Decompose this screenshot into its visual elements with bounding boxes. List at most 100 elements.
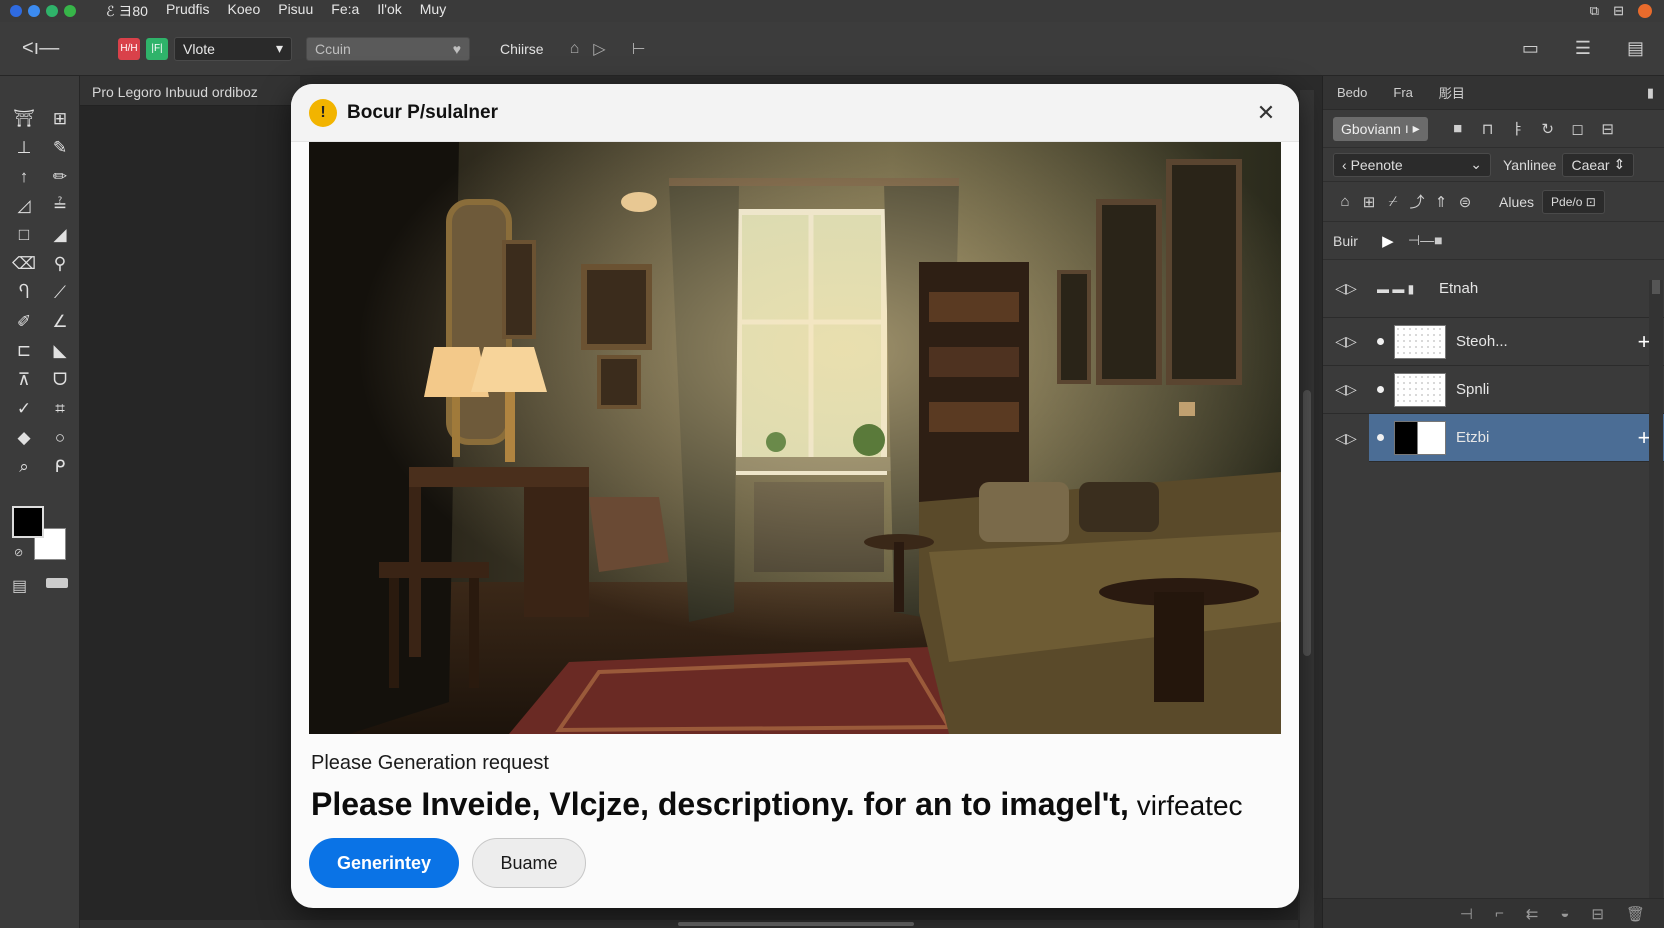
foreground-color-swatch[interactable] (12, 506, 44, 538)
color-select[interactable]: Ccuin ♥ (306, 36, 470, 61)
visibility-eye-icon[interactable]: ◁▷ (1323, 280, 1369, 297)
ellipse-tool-icon[interactable]: ○ (42, 425, 78, 450)
menu-item-3[interactable]: Pisuu (278, 1, 313, 21)
marquee-tool-icon[interactable]: ⊏ (6, 338, 42, 363)
filter-icon[interactable]: ⊜ (1453, 190, 1477, 214)
eraser-tool-icon[interactable]: ⌫ (6, 251, 42, 276)
blend-pill[interactable]: Gboviann ı ▸ (1333, 116, 1428, 141)
panel-icon[interactable]: ▤ (1627, 38, 1644, 59)
rectangle-tool-icon[interactable]: □ (6, 222, 42, 247)
square-icon[interactable]: ■ (1446, 117, 1470, 141)
heal-tool-icon[interactable]: ✐ (6, 309, 42, 334)
visibility-eye-icon[interactable]: ◁▷ (1323, 333, 1369, 350)
dropper-tool-icon[interactable]: ⚲ (42, 251, 78, 276)
menu-item-4[interactable]: Fe:a (331, 1, 359, 21)
green-badge-icon[interactable]: |F| (146, 37, 168, 60)
link-layers-icon[interactable]: ⊣ (1460, 905, 1473, 923)
lock-icon[interactable]: ⊓ (1476, 117, 1500, 141)
reset-colors-icon[interactable]: ⊘ (14, 546, 23, 559)
fill-tool-icon[interactable]: ◢ (42, 222, 78, 247)
visibility-eye-icon[interactable]: ◁▷ (1323, 381, 1369, 398)
document-tab[interactable]: Pro Legoro Inbuud ordiboz (80, 76, 300, 106)
menu-item-6[interactable]: Muy (420, 1, 446, 21)
quick-mask-icon[interactable]: ▤ (12, 576, 27, 596)
fx-icon[interactable]: ⌐ (1495, 905, 1504, 922)
pencil-tool-icon[interactable]: ✏ (42, 164, 78, 189)
options-label[interactable]: Chiirse (500, 41, 544, 57)
move-tool-icon[interactable]: ⛩ (6, 106, 42, 131)
close-button[interactable]: ✕ (1251, 98, 1281, 128)
delete-icon[interactable]: 🗑 (1626, 905, 1645, 923)
white-square-icon[interactable]: ◻ (1566, 117, 1590, 141)
layers-scrollbar[interactable] (1649, 280, 1663, 900)
horizontal-scroll-thumb[interactable] (678, 922, 914, 926)
angle-tool-icon[interactable]: ∠ (42, 309, 78, 334)
grid-icon[interactable]: ⊞ (1357, 190, 1381, 214)
menu-item-5[interactable]: Il'ok (377, 1, 401, 21)
row3-select[interactable]: Pde/o ⊡ (1542, 189, 1605, 214)
list-icon[interactable]: ☰ (1575, 38, 1591, 59)
pin-icon[interactable]: ⌂ (570, 40, 580, 58)
zoom-window-button[interactable] (46, 5, 58, 17)
layer-row[interactable]: ◁▷ Steoh... + (1323, 318, 1664, 366)
flag-icon[interactable]: ⊢ (632, 39, 646, 59)
path-tool-icon[interactable]: ᗜ (42, 367, 78, 392)
minimize-window-button[interactable] (28, 5, 40, 17)
panel-tab-1[interactable]: Bedo (1337, 85, 1367, 100)
text-tool-icon[interactable]: Ⴄ (6, 280, 42, 305)
stamp-tool-icon[interactable]: ⊥ (6, 135, 42, 160)
screen-mode-icon[interactable] (46, 578, 68, 588)
menu-item-2[interactable]: Koeo (228, 1, 261, 21)
window-icon[interactable]: ⧉ (1590, 3, 1599, 19)
close-window-button[interactable] (10, 5, 22, 17)
crop-tool-icon[interactable]: ⌗ (42, 396, 78, 421)
menu-item-1[interactable]: Prudfis (166, 1, 210, 21)
record-icon[interactable] (1638, 4, 1652, 18)
arrow-up-icon[interactable]: ⇑ (1429, 190, 1453, 214)
vertical-scroll-thumb[interactable] (1303, 390, 1311, 656)
layer-row[interactable]: ◁▷ ▬ ▬ ▮ Etnah (1323, 260, 1664, 318)
new-layer-icon[interactable]: ⊟ (1591, 905, 1604, 923)
red-badge-icon[interactable]: H/H (118, 37, 140, 60)
mode-select[interactable]: Vlote ▾ (174, 36, 292, 61)
preset-select[interactable]: ‹ Peenote ⌄ (1333, 152, 1491, 177)
generate-button[interactable]: Generintey (309, 838, 459, 888)
menu-app[interactable]: ℰ ヨ80 (106, 1, 148, 21)
artboard-tool-icon[interactable]: ⊞ (42, 106, 78, 131)
align-tool-icon[interactable]: ⊼ (6, 367, 42, 392)
mask-icon[interactable]: ⇇ (1526, 905, 1539, 923)
layer-row[interactable]: ◁▷ Spnli (1323, 366, 1664, 414)
row2-select[interactable]: Caear ⇕ (1562, 152, 1635, 177)
secondary-button[interactable]: Buame (472, 838, 586, 888)
knife-tool-icon[interactable]: ⟋ (42, 280, 78, 305)
vertical-scrollbar[interactable] (1300, 90, 1314, 928)
play-icon[interactable]: ▶ (1376, 229, 1400, 253)
layout-icon[interactable]: ⊟ (1613, 3, 1624, 19)
adjustment-icon[interactable]: ◒ (1560, 905, 1569, 922)
check-tool-icon[interactable]: ✓ (6, 396, 42, 421)
curve-icon[interactable]: ⤴ (1405, 190, 1429, 214)
pointer-tool-icon[interactable]: ↑ (6, 164, 42, 189)
step-icon[interactable]: ⊣—■ (1408, 232, 1443, 249)
brush-tool-icon[interactable]: ✎ (42, 135, 78, 160)
layer-row-selected[interactable]: ◁▷ Etzbi + (1323, 413, 1664, 462)
play-outline-icon[interactable]: ▷ (593, 39, 605, 59)
bucket-tool-icon[interactable]: ◆ (6, 425, 42, 450)
text-icon[interactable]: ⌂ (1333, 190, 1357, 214)
visibility-eye-icon[interactable]: ◁▷ (1323, 413, 1369, 462)
layers-scroll-thumb[interactable] (1652, 280, 1660, 294)
prompt-text[interactable]: Please Inveide, Vlcjze, descriptiony. fo… (311, 786, 1271, 823)
frame-icon[interactable]: ▭ (1522, 38, 1539, 59)
smudge-tool-icon[interactable]: ≟ (42, 193, 78, 218)
minus-icon[interactable]: ⊟ (1596, 117, 1620, 141)
link-icon[interactable]: ㅑ (1506, 117, 1530, 141)
brush-icon[interactable]: ⌿ (1381, 190, 1405, 214)
lasso-tool-icon[interactable]: ◿ (6, 193, 42, 218)
zoom-tool-icon[interactable]: ⌕ (6, 454, 42, 479)
panel-tab-3[interactable]: 彫目 (1439, 83, 1465, 102)
panel-menu-icon[interactable]: ▮ (1647, 85, 1654, 101)
gradient-tool-icon[interactable]: ◣ (42, 338, 78, 363)
back-arrow-icon[interactable]: <ı— (22, 37, 82, 60)
rotate-icon[interactable]: ↻ (1536, 117, 1560, 141)
panel-tab-2[interactable]: Fra (1393, 85, 1413, 100)
